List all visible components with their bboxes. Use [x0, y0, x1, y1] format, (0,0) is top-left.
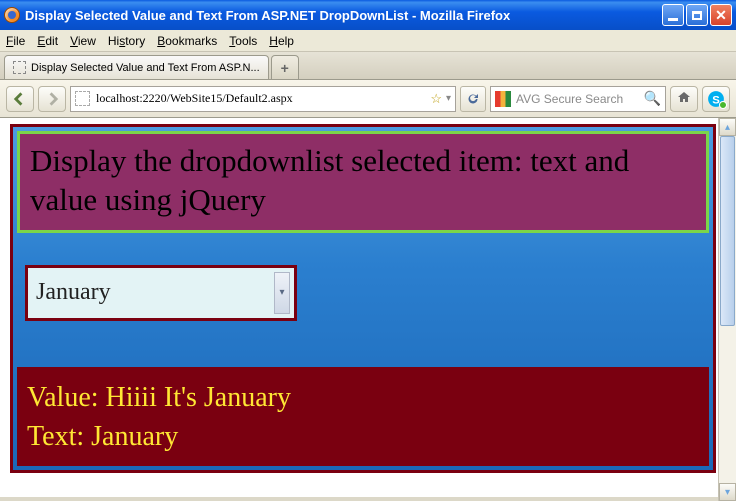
- search-bar[interactable]: AVG Secure Search 🔍: [490, 86, 666, 112]
- menu-bar: File Edit View History Bookmarks Tools H…: [0, 30, 736, 52]
- page-heading-box: Display the dropdownlist selected item: …: [17, 131, 709, 233]
- dropdown-arrow-button[interactable]: ▾: [274, 272, 290, 314]
- window-controls: ✕: [662, 4, 732, 26]
- url-input[interactable]: [96, 91, 426, 106]
- url-dropdown-icon[interactable]: ▾: [446, 93, 451, 104]
- search-icon[interactable]: 🔍: [644, 90, 661, 107]
- result-text-line: Text: January: [27, 417, 699, 456]
- menu-file[interactable]: File: [6, 34, 25, 48]
- scroll-up-button[interactable]: ▴: [719, 118, 736, 136]
- skype-button[interactable]: S: [702, 86, 730, 112]
- browser-viewport: Display the dropdownlist selected item: …: [0, 118, 736, 501]
- home-icon: [676, 89, 692, 109]
- tab-active[interactable]: Display Selected Value and Text From ASP…: [4, 55, 269, 79]
- menu-view[interactable]: View: [70, 34, 96, 48]
- scroll-down-button[interactable]: ▾: [719, 483, 736, 501]
- bookmark-star-icon[interactable]: ☆: [430, 91, 442, 107]
- maximize-button[interactable]: [686, 4, 708, 26]
- result-value-line: Value: Hiiii It's January: [27, 378, 699, 417]
- avg-icon: [495, 91, 511, 107]
- menu-edit[interactable]: Edit: [37, 34, 58, 48]
- navigation-toolbar: ☆ ▾ AVG Secure Search 🔍 S: [0, 80, 736, 118]
- bottom-strip: [0, 497, 718, 501]
- scroll-track[interactable]: [719, 136, 736, 483]
- result-box: Value: Hiiii It's January Text: January: [17, 367, 709, 466]
- forward-button[interactable]: [38, 86, 66, 112]
- firefox-icon: [4, 7, 20, 23]
- back-button[interactable]: [6, 86, 34, 112]
- menu-help[interactable]: Help: [269, 34, 294, 48]
- menu-tools[interactable]: Tools: [229, 34, 257, 48]
- page-content: Display the dropdownlist selected item: …: [0, 118, 718, 501]
- reload-button[interactable]: [460, 86, 486, 112]
- vertical-scrollbar[interactable]: ▴ ▾: [718, 118, 736, 501]
- status-dot-icon: [719, 101, 727, 109]
- site-identity-icon: [75, 91, 90, 106]
- window-titlebar: Display Selected Value and Text From ASP…: [0, 0, 736, 30]
- tab-bar: Display Selected Value and Text From ASP…: [0, 52, 736, 80]
- new-tab-button[interactable]: +: [271, 55, 299, 79]
- arrow-left-icon: [13, 92, 27, 106]
- minimize-button[interactable]: [662, 4, 684, 26]
- home-button[interactable]: [670, 86, 698, 112]
- page-heading: Display the dropdownlist selected item: …: [30, 142, 696, 220]
- window-title: Display Selected Value and Text From ASP…: [25, 8, 662, 23]
- menu-history[interactable]: History: [108, 34, 145, 48]
- demo-panel: Display the dropdownlist selected item: …: [10, 124, 716, 473]
- page-favicon-placeholder-icon: [13, 61, 26, 74]
- dropdown-selected-text: January: [28, 279, 274, 306]
- menu-bookmarks[interactable]: Bookmarks: [157, 34, 217, 48]
- search-placeholder: AVG Secure Search: [516, 92, 644, 106]
- scroll-thumb[interactable]: [720, 136, 735, 326]
- tab-label: Display Selected Value and Text From ASP…: [31, 62, 260, 74]
- chevron-down-icon: ▾: [279, 287, 284, 298]
- address-bar[interactable]: ☆ ▾: [70, 86, 456, 112]
- arrow-right-icon: [45, 92, 59, 106]
- dropdown-area: January ▾: [13, 237, 713, 367]
- reload-icon: [465, 91, 481, 107]
- month-dropdown[interactable]: January ▾: [25, 265, 297, 321]
- close-button[interactable]: ✕: [710, 4, 732, 26]
